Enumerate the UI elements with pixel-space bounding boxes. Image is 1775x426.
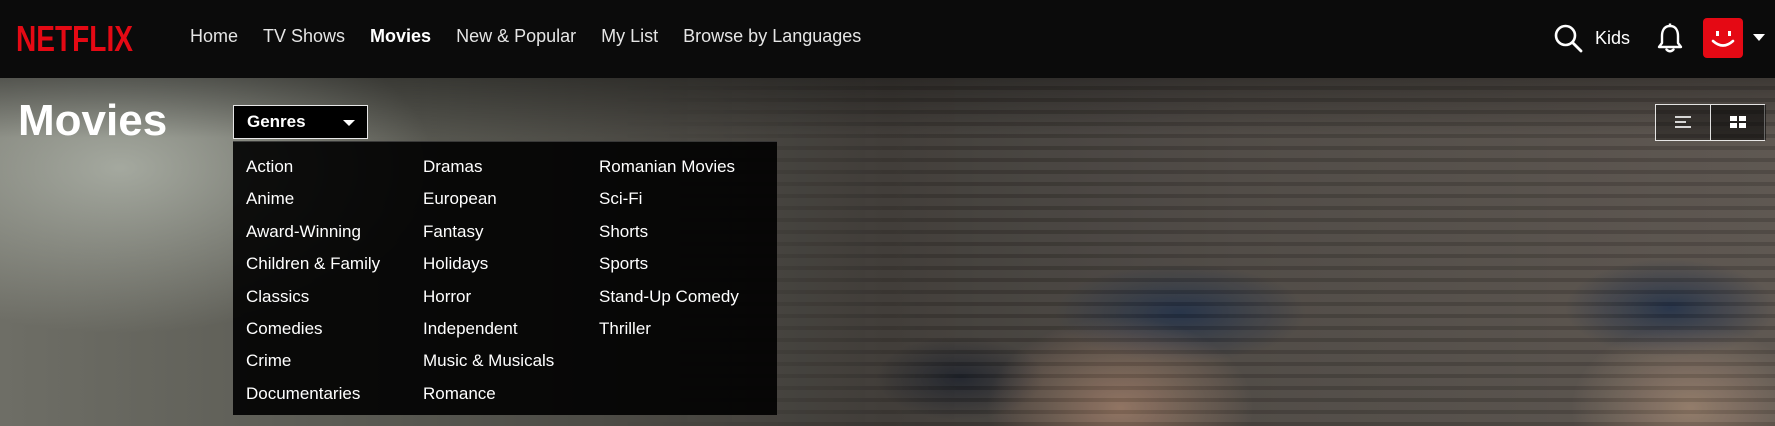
netflix-logo[interactable]: NETFLIX (16, 18, 133, 60)
bell-icon[interactable] (1655, 22, 1685, 54)
genre-item[interactable]: Romance (423, 378, 554, 410)
genres-menu: Action Anime Award-Winning Children & Fa… (233, 141, 777, 415)
genre-item[interactable]: Award-Winning (246, 216, 380, 248)
nav-movies[interactable]: Movies (370, 26, 431, 47)
kids-link[interactable]: Kids (1595, 28, 1630, 49)
genre-item[interactable]: Stand-Up Comedy (599, 281, 739, 313)
chevron-down-icon (343, 120, 355, 126)
smiley-face-icon (1711, 31, 1735, 47)
genre-item[interactable]: Comedies (246, 313, 380, 345)
view-toggle (1655, 104, 1766, 141)
genre-item[interactable]: Crime (246, 345, 380, 377)
genre-item[interactable]: Anime (246, 183, 380, 215)
avatar[interactable] (1703, 18, 1743, 58)
grid-view-icon (1730, 116, 1746, 128)
genre-item[interactable]: Romanian Movies (599, 151, 739, 183)
top-navigation: NETFLIX Home TV Shows Movies New & Popul… (0, 0, 1775, 78)
genre-item[interactable]: Sci-Fi (599, 183, 739, 215)
genre-item[interactable]: Independent (423, 313, 554, 345)
genre-item[interactable]: Holidays (423, 248, 554, 280)
grid-view-button[interactable] (1711, 105, 1766, 140)
genre-item[interactable]: Children & Family (246, 248, 380, 280)
nav-my-list[interactable]: My List (601, 26, 658, 47)
genres-button-label: Genres (247, 112, 306, 131)
nav-home[interactable]: Home (190, 26, 238, 47)
search-icon[interactable] (1553, 23, 1583, 53)
caret-down-icon[interactable] (1753, 34, 1765, 41)
genre-item[interactable]: Action (246, 151, 380, 183)
genres-column-3: Romanian Movies Sci-Fi Shorts Sports Sta… (599, 151, 739, 345)
genres-column-1: Action Anime Award-Winning Children & Fa… (246, 151, 380, 410)
genre-item[interactable]: Dramas (423, 151, 554, 183)
genre-item[interactable]: Horror (423, 281, 554, 313)
genre-item[interactable]: Music & Musicals (423, 345, 554, 377)
list-view-button[interactable] (1656, 105, 1711, 140)
nav-tv-shows[interactable]: TV Shows (263, 26, 345, 47)
genre-item[interactable]: Shorts (599, 216, 739, 248)
primary-nav: Home TV Shows Movies New & Popular My Li… (190, 26, 886, 47)
page-title: Movies (18, 96, 168, 145)
genre-item[interactable]: European (423, 183, 554, 215)
genre-item[interactable]: Thriller (599, 313, 739, 345)
genre-item[interactable]: Documentaries (246, 378, 380, 410)
nav-browse-languages[interactable]: Browse by Languages (683, 26, 861, 47)
list-view-icon (1675, 116, 1691, 128)
genre-item[interactable]: Classics (246, 281, 380, 313)
genres-column-2: Dramas European Fantasy Holidays Horror … (423, 151, 554, 410)
nav-new-popular[interactable]: New & Popular (456, 26, 576, 47)
genres-dropdown-button[interactable]: Genres (233, 105, 368, 139)
genre-item[interactable]: Fantasy (423, 216, 554, 248)
genre-item[interactable]: Sports (599, 248, 739, 280)
